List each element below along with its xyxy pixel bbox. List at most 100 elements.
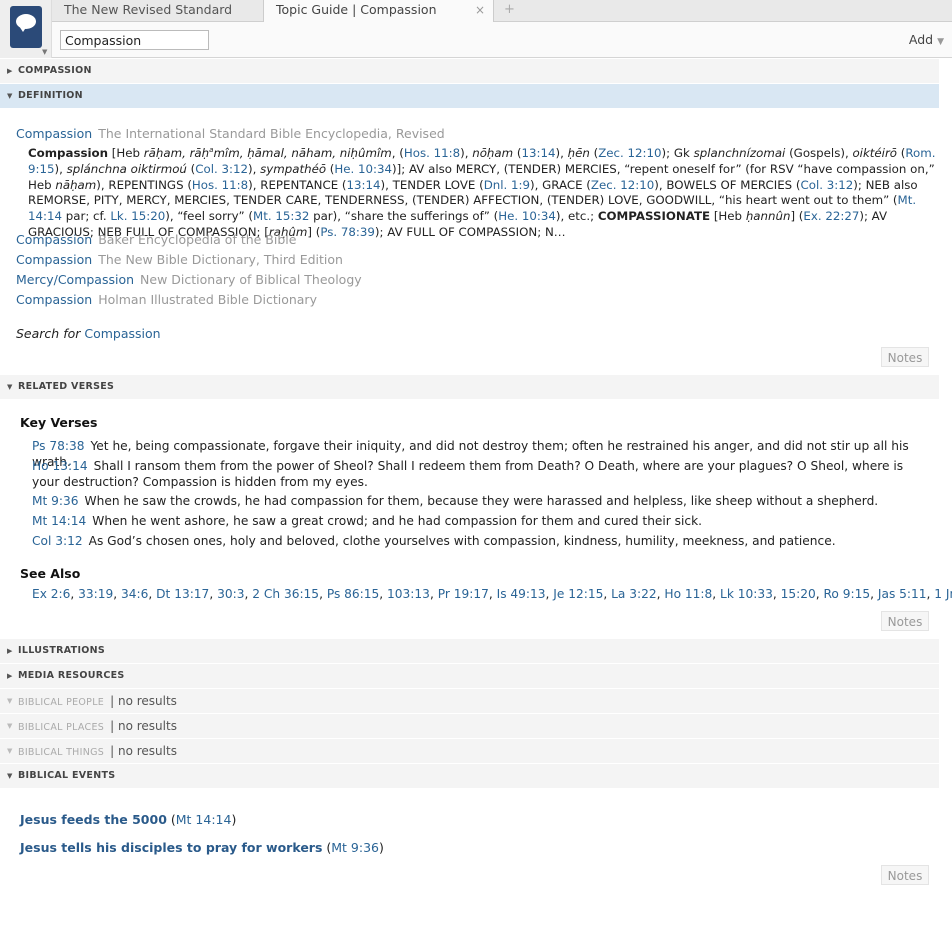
search-for-label: Search for [16, 326, 81, 341]
see-also-ref-link[interactable]: Je 12:15 [553, 587, 603, 601]
entry-term-link[interactable]: Mercy/Compassion [16, 272, 134, 287]
app-logo-menu[interactable]: ▼ [0, 0, 52, 58]
no-results-label: | no results [110, 694, 177, 708]
separator: , [319, 587, 327, 601]
see-also-ref-link[interactable]: 1 Jn 3:17 [934, 587, 952, 601]
tab-label: Topic Guide | Compassion [276, 2, 437, 17]
verse-ref-link[interactable]: Ps 78:38 [32, 439, 84, 453]
see-also-ref-link[interactable]: Is 49:13 [497, 587, 546, 601]
key-verses-heading: Key Verses [20, 415, 98, 430]
notes-button[interactable]: Notes [881, 611, 929, 631]
definition-text: Compassion [Heb rāḥam, rāḥamîm, ḥāmal, n… [28, 145, 936, 239]
logos-logo-icon [10, 6, 42, 48]
separator: , [712, 587, 721, 601]
entry-term-link[interactable]: Compassion [16, 292, 92, 307]
tab-nrsv[interactable]: The New Revised Standard Version [52, 0, 264, 37]
section-media-resources[interactable]: ▶ MEDIA RESOURCES [0, 664, 939, 688]
see-also-ref-link[interactable]: Lk 10:33 [720, 587, 773, 601]
event-item: Jesus feeds the 5000 (Mt 14:14) [20, 812, 237, 827]
section-compassion[interactable]: ▶ COMPASSION [0, 59, 939, 83]
notes-button[interactable]: Notes [881, 865, 929, 885]
close-icon[interactable]: × [475, 0, 485, 20]
section-related-verses[interactable]: ▼ RELATED VERSES [0, 375, 939, 399]
see-also-ref-link[interactable]: Dt 13:17 [156, 587, 209, 601]
key-verse: Ho 13:14 Shall I ransom them from the pow… [32, 459, 912, 490]
search-for-row: Search for Compassion [16, 326, 161, 341]
verse-text: Shall I ransom them from the power of Sh… [32, 459, 904, 489]
definition-entry: Compassion Baker Encyclopedia of the Bibl… [16, 232, 296, 247]
see-also-ref-link[interactable]: Ho 11:8 [664, 587, 712, 601]
triangle-down-icon: ▼ [7, 772, 13, 780]
see-also-ref-link[interactable]: 33:19 [78, 587, 113, 601]
scrollbar[interactable] [940, 58, 952, 933]
entry-term-link[interactable]: Compassion [16, 126, 92, 141]
entry-source[interactable]: New Dictionary of Biblical Theology [140, 272, 362, 287]
triangle-down-icon: ▼ [7, 383, 13, 391]
add-button[interactable]: Add ▼ [909, 32, 944, 47]
definition-entry: Compassion Holman Illustrated Bible Dicti… [16, 292, 317, 307]
verse-text: As God’s chosen ones, holy and beloved, … [88, 534, 836, 548]
section-biblical-people: ▼ BIBLICAL PEOPLE | no results [0, 689, 939, 713]
new-tab-button[interactable]: + [504, 0, 515, 20]
see-also-ref-link[interactable]: Ro 9:15 [824, 587, 871, 601]
notes-button[interactable]: Notes [881, 347, 929, 367]
see-also-ref-link[interactable]: Jas 5:11 [878, 587, 927, 601]
section-biblical-things: ▼ BIBLICAL THINGS | no results [0, 739, 939, 763]
separator: , [815, 587, 824, 601]
see-also-ref-link[interactable]: 15:20 [781, 587, 816, 601]
triangle-down-icon: ▼ [7, 92, 13, 100]
verse-text: When he went ashore, he saw a great crow… [92, 514, 703, 528]
key-verse: Col 3:12 As God’s chosen ones, holy and b… [32, 534, 912, 550]
triangle-right-icon: ▶ [7, 647, 13, 655]
event-item: Jesus tells his disciples to pray for wo… [20, 840, 384, 855]
section-biblical-events[interactable]: ▼ BIBLICAL EVENTS [0, 764, 939, 788]
toolbar: Add▼ [52, 22, 952, 58]
no-results-label: | no results [110, 719, 177, 733]
see-also-ref-link[interactable]: 34:6 [121, 587, 148, 601]
see-also-ref-link[interactable]: Ps 86:15 [327, 587, 379, 601]
search-for-link[interactable]: Compassion [84, 326, 160, 341]
entry-source[interactable]: Holman Illustrated Bible Dictionary [98, 292, 317, 307]
key-verse: Mt 14:14 When he went ashore, he saw a gr… [32, 514, 912, 530]
verse-ref-link[interactable]: Mt 9:36 [32, 494, 79, 508]
event-ref-link[interactable]: Mt 14:14 [176, 812, 232, 827]
chevron-down-icon: ▼ [42, 48, 48, 56]
see-also-ref-link[interactable]: 103:13 [387, 587, 430, 601]
separator: , [70, 587, 79, 601]
see-also-ref-link[interactable]: La 3:22 [611, 587, 657, 601]
tab-bar: The New Revised Standard Version Topic G… [52, 0, 952, 37]
verse-ref-link[interactable]: Mt 14:14 [32, 514, 86, 528]
separator: , [603, 587, 612, 601]
section-definition[interactable]: ▼ DEFINITION [0, 84, 939, 108]
section-biblical-places: ▼ BIBLICAL PLACES | no results [0, 714, 939, 738]
event-title-link[interactable]: Jesus tells his disciples to pray for wo… [20, 840, 322, 855]
tab-topic-guide[interactable]: Topic Guide | Compassion × [264, 0, 494, 23]
verse-ref-link[interactable]: Col 3:12 [32, 534, 83, 548]
entry-source[interactable]: The New Bible Dictionary, Third Edition [98, 252, 343, 267]
triangle-right-icon: ▶ [7, 672, 13, 680]
entry-source[interactable]: Baker Encyclopedia of the Bible [98, 232, 296, 247]
see-also-ref-link[interactable]: Pr 19:17 [438, 587, 489, 601]
verse-ref-link[interactable]: Ho 13:14 [32, 459, 88, 473]
triangle-down-icon: ▼ [7, 747, 13, 755]
no-results-label: | no results [110, 744, 177, 758]
triangle-down-icon: ▼ [7, 697, 13, 705]
separator: , [772, 587, 781, 601]
separator: , [148, 587, 157, 601]
see-also-list: Ex 2:6, 33:19, 34:6, Dt 13:17, 30:3, 2 C… [32, 587, 952, 601]
chevron-down-icon: ▼ [937, 37, 944, 47]
see-also-ref-link[interactable]: 30:3 [217, 587, 244, 601]
key-verse: Mt 9:36 When he saw the crowds, he had co… [32, 494, 912, 510]
entry-source[interactable]: The International Standard Bible Encyclo… [98, 126, 444, 141]
see-also-ref-link[interactable]: Ex 2:6 [32, 587, 70, 601]
separator: , [429, 587, 438, 601]
entry-term-link[interactable]: Compassion [16, 232, 92, 247]
section-illustrations[interactable]: ▶ ILLUSTRATIONS [0, 639, 939, 663]
entry-term-link[interactable]: Compassion [16, 252, 92, 267]
separator: , [379, 587, 388, 601]
event-title-link[interactable]: Jesus feeds the 5000 [20, 812, 167, 827]
topic-search-input[interactable] [60, 30, 209, 50]
separator: , [488, 587, 497, 601]
see-also-ref-link[interactable]: 2 Ch 36:15 [252, 587, 319, 601]
event-ref-link[interactable]: Mt 9:36 [331, 840, 379, 855]
